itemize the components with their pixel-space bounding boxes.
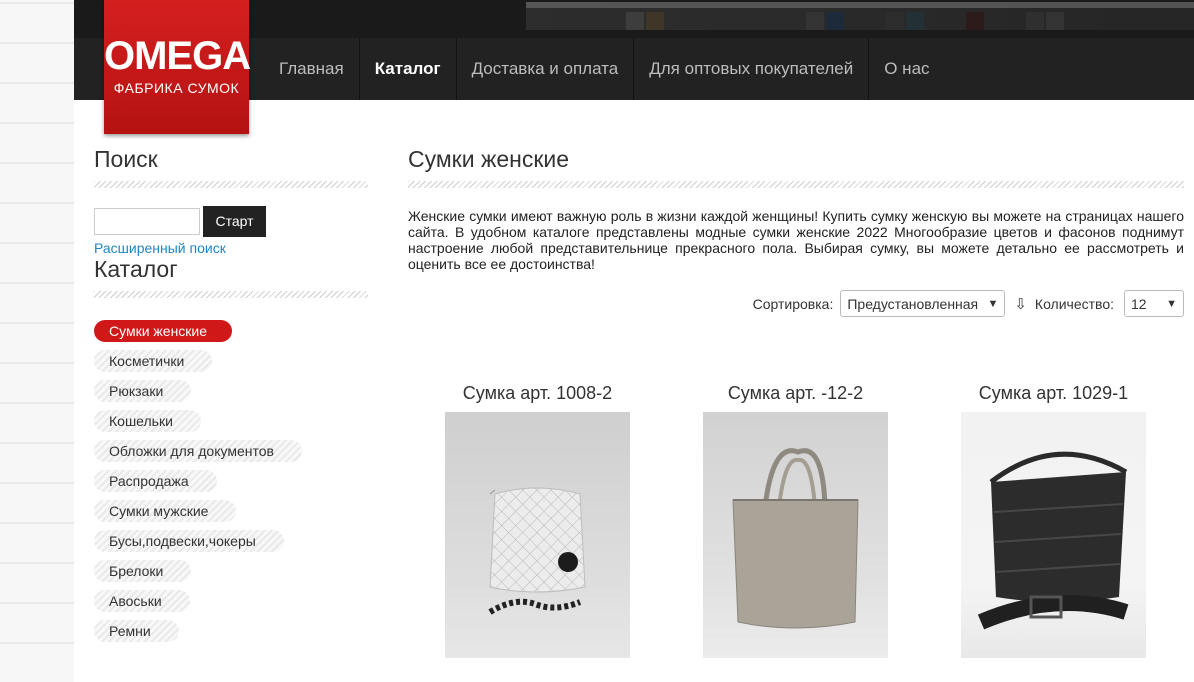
logo-tagline: ФАБРИКА СУМОК [113, 80, 240, 96]
main-column: Сумки женские Женские сумки имеют важную… [408, 146, 1184, 658]
title-divider [94, 181, 368, 188]
category-sale[interactable]: Распродажа [94, 470, 217, 492]
category-string-bags[interactable]: Авоськи [94, 590, 190, 612]
nav-item-about[interactable]: О нас [869, 38, 944, 100]
search-form: Старт [94, 206, 368, 237]
advanced-search-link[interactable]: Расширенный поиск [94, 240, 368, 256]
nav-item-home[interactable]: Главная [264, 38, 360, 100]
sort-select-value: Предустановленная [847, 295, 979, 312]
category-jewelry[interactable]: Бусы,подвески,чокеры [94, 530, 284, 552]
search-button[interactable]: Старт [203, 206, 266, 237]
title-divider [94, 291, 368, 298]
nav-item-catalog[interactable]: Каталог [360, 38, 457, 100]
category-belts[interactable]: Ремни [94, 620, 179, 642]
product-card[interactable]: Сумка арт. 1008-2 [445, 382, 630, 658]
sort-select[interactable]: Предустановленная ▼ [840, 290, 1006, 317]
nav-item-delivery[interactable]: Доставка и оплата [457, 38, 635, 100]
white-quilted-bag-icon [488, 487, 586, 615]
sort-controls: Сортировка: Предустановленная ▼ ⇩ Количе… [753, 290, 1184, 317]
top-strip-blurred-area [526, 2, 1194, 30]
count-select-value: 12 [1131, 295, 1147, 312]
product-name[interactable]: Сумка арт. 1008-2 [445, 382, 630, 412]
category-description: Женские сумки имеют важную роль в жизни … [408, 208, 1184, 272]
product-card[interactable]: Сумка арт. 1029-1 [961, 382, 1146, 658]
product-name[interactable]: Сумка арт. -12-2 [703, 382, 888, 412]
product-image[interactable] [445, 412, 630, 658]
black-puffer-bag-icon [977, 451, 1129, 630]
count-label: Количество: [1034, 295, 1114, 312]
sort-label: Сортировка: [752, 295, 834, 312]
chevron-down-icon: ▼ [1166, 297, 1177, 310]
content-area: Поиск Старт Расширенный поиск Каталог Су… [74, 100, 1194, 682]
search-title: Поиск [94, 146, 158, 172]
sidebar: Поиск Старт Расширенный поиск Каталог Су… [94, 146, 368, 650]
category-mens-bags[interactable]: Сумки мужские [94, 500, 237, 522]
search-input[interactable] [94, 208, 200, 235]
category-wallets[interactable]: Кошельки [94, 410, 201, 432]
category-document-covers[interactable]: Обложки для документов [94, 440, 302, 462]
chevron-down-icon: ▼ [987, 297, 999, 310]
category-keychains[interactable]: Брелоки [94, 560, 192, 582]
category-cosmetic-bags[interactable]: Косметички [94, 350, 213, 372]
page-title: Сумки женские [408, 146, 570, 172]
catalog-title: Каталог [94, 256, 178, 282]
page-background [0, 0, 74, 682]
logo-name: OMEGA [104, 34, 251, 78]
site-logo[interactable]: OMEGA ФАБРИКА СУМОК [104, 0, 251, 134]
title-divider [408, 181, 1184, 188]
count-select[interactable]: 12 ▼ [1124, 290, 1184, 317]
product-name[interactable]: Сумка арт. 1029-1 [961, 382, 1146, 412]
main-nav: Главная Каталог Доставка и оплата Для оп… [264, 38, 945, 100]
category-list: Сумки женские Косметички Рюкзаки Кошельк… [94, 320, 368, 650]
product-card[interactable]: Сумка арт. -12-2 [703, 382, 888, 658]
product-image[interactable] [961, 412, 1146, 658]
category-womens-bags[interactable]: Сумки женские [94, 320, 233, 342]
sort-direction-icon[interactable]: ⇩ [1014, 295, 1027, 313]
product-image[interactable] [703, 412, 888, 658]
beige-tote-bag-icon [732, 448, 859, 629]
category-backpacks[interactable]: Рюкзаки [94, 380, 192, 402]
nav-item-wholesale[interactable]: Для оптовых покупателей [634, 38, 870, 100]
